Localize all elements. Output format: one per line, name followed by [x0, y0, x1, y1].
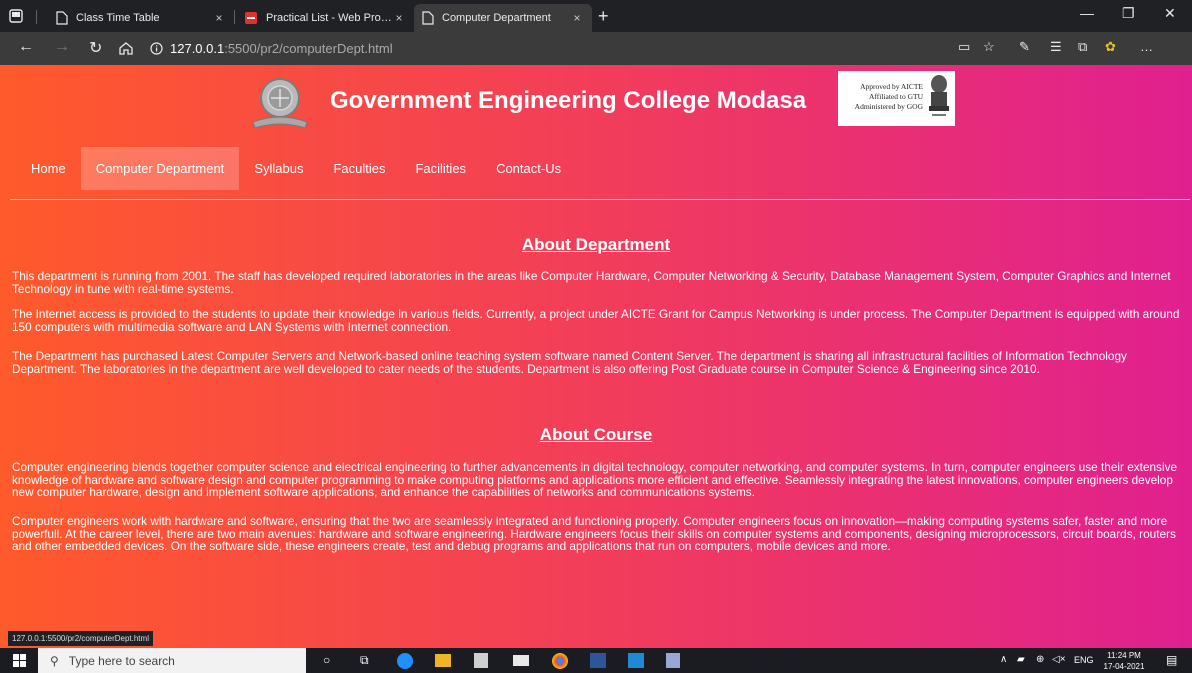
favorite-icon[interactable]: ☆: [983, 39, 995, 55]
nav-syllabus[interactable]: Syllabus: [239, 147, 318, 190]
tab-class-time-table[interactable]: Class Time Table ×: [48, 4, 234, 32]
pdf-icon: [245, 12, 257, 24]
nav-computer-department[interactable]: Computer Department: [80, 147, 240, 190]
tab-close-icon[interactable]: ×: [212, 11, 226, 25]
chrome-icon[interactable]: [552, 653, 568, 669]
volume-icon[interactable]: ◁×: [1052, 654, 1066, 665]
approval-line: Affiliated to GTU: [868, 92, 923, 101]
pen-icon[interactable]: ✎: [1019, 39, 1030, 55]
address-field[interactable]: 127.0.0.1:5500/pr2/computerDept.html: [170, 41, 393, 56]
tab-title: Class Time Table: [76, 12, 160, 24]
globe-icon[interactable]: ⊕: [1036, 654, 1044, 665]
approval-line: Administered by GOG: [854, 102, 923, 111]
site-header: Government Engineering College Modasa Ap…: [0, 65, 1192, 137]
department-paragraph: The Department has purchased Latest Comp…: [12, 349, 1127, 376]
url-path: :5500/pr2/computerDept.html: [224, 41, 393, 56]
college-logo-icon: [252, 78, 308, 129]
vscode-icon[interactable]: [628, 653, 644, 668]
browser-tab-strip: Class Time Table × Practical List - Web …: [0, 0, 1192, 32]
cortana-icon[interactable]: ○: [323, 653, 330, 667]
nav-facilities[interactable]: Facilities: [400, 147, 481, 190]
about-course-heading: About Course: [539, 425, 653, 444]
approval-text: Approved by AICTE Affiliated to GTU Admi…: [841, 82, 923, 112]
tab-title: Practical List - Web Programming: [266, 12, 392, 24]
approval-badge: Approved by AICTE Affiliated to GTU Admi…: [838, 71, 955, 126]
tab-practical-list[interactable]: Practical List - Web Programming ×: [236, 4, 414, 32]
tab-title: Computer Department: [442, 12, 551, 24]
url-host: 127.0.0.1: [170, 41, 225, 56]
tab-computer-department[interactable]: Computer Department ×: [414, 4, 592, 32]
language-indicator[interactable]: ENG: [1074, 655, 1094, 665]
windows-taskbar: ⚲ Type here to search ○ ⧉ ∧ ▰ ⊕ ◁× ENG 1…: [0, 648, 1192, 673]
home-icon[interactable]: [119, 41, 133, 55]
clock-time: 11:24 PM: [1107, 651, 1141, 660]
department-paragraph: The Internet access is provided to the s…: [12, 307, 1180, 334]
minimize-icon[interactable]: —: [1080, 5, 1094, 21]
app-icon[interactable]: [666, 653, 680, 668]
browser-toolbar: ← → ↻ 127.0.0.1:5500/pr2/computerDept.ht…: [0, 32, 1192, 65]
show-hidden-icons[interactable]: ∧: [1000, 654, 1007, 665]
edge-icon[interactable]: [397, 653, 413, 669]
windows-start-icon[interactable]: [13, 654, 26, 667]
page-icon: [422, 11, 434, 25]
close-window-icon[interactable]: ✕: [1164, 5, 1176, 22]
nav-contact-us[interactable]: Contact-Us: [481, 147, 576, 190]
favorites-list-icon[interactable]: ☰: [1050, 39, 1062, 55]
profile-icon[interactable]: ✿: [1105, 39, 1116, 55]
settings-more-icon[interactable]: …: [1140, 39, 1153, 54]
page-viewport: Government Engineering College Modasa Ap…: [0, 65, 1192, 648]
college-title: Government Engineering College Modasa: [330, 87, 807, 114]
store-icon[interactable]: [474, 653, 488, 668]
national-emblem-icon: [929, 75, 949, 116]
tab-close-icon[interactable]: ×: [570, 11, 584, 25]
status-bar-url: 127.0.0.1:5500/pr2/computerDept.html: [8, 631, 153, 646]
collections-icon[interactable]: ⧉: [1078, 39, 1087, 55]
reader-view-icon[interactable]: ▭: [958, 39, 970, 55]
main-navigation: Home Computer Department Syllabus Facult…: [16, 147, 576, 190]
notification-icon[interactable]: ▤: [1166, 653, 1177, 667]
network-icon[interactable]: ▰: [1017, 654, 1025, 665]
department-paragraph: This department is running from 2001. Th…: [12, 269, 1171, 296]
word-icon[interactable]: [590, 653, 606, 668]
nav-faculties[interactable]: Faculties: [318, 147, 400, 190]
page-icon: [56, 11, 68, 25]
back-icon[interactable]: ←: [18, 38, 34, 56]
restore-icon[interactable]: ❐: [1122, 5, 1135, 22]
mail-icon[interactable]: [513, 655, 529, 666]
course-paragraph: Computer engineers work with hardware an…: [12, 514, 1176, 553]
course-paragraph: Computer engineering blends together com…: [12, 460, 1178, 499]
tab-close-icon[interactable]: ×: [392, 11, 406, 25]
site-info-icon[interactable]: [150, 42, 163, 55]
tab-actions-icon[interactable]: [9, 9, 23, 23]
clock-date: 17-04-2021: [1103, 662, 1145, 671]
tab-separator: [36, 10, 37, 24]
nav-divider: [10, 199, 1190, 200]
about-department-heading: About Department: [521, 235, 671, 254]
nav-home[interactable]: Home: [16, 147, 81, 190]
tab-separator: [234, 10, 235, 24]
taskbar-search[interactable]: ⚲ Type here to search: [38, 648, 306, 673]
task-view-icon[interactable]: ⧉: [360, 653, 369, 668]
system-clock[interactable]: 11:24 PM 17-04-2021: [1102, 650, 1146, 672]
search-placeholder: Type here to search: [68, 653, 175, 668]
file-explorer-icon[interactable]: [435, 654, 451, 667]
refresh-icon[interactable]: ↻: [89, 38, 102, 58]
new-tab-button[interactable]: +: [598, 6, 609, 27]
forward-icon[interactable]: →: [54, 38, 70, 56]
search-icon: ⚲: [50, 653, 59, 668]
approval-line: Approved by AICTE: [860, 82, 923, 91]
